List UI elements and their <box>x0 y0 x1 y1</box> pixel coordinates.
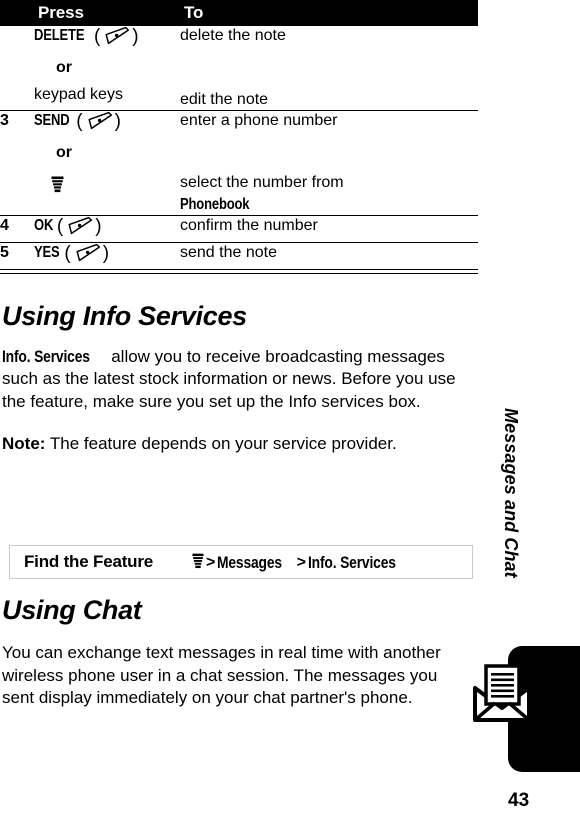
paren-open: ( <box>56 216 64 237</box>
table-row: 4 OK() confirm the number <box>0 215 478 243</box>
to-cell: delete the note edit the note <box>180 26 478 111</box>
paren-close: ) <box>95 216 102 237</box>
menu-icon <box>192 553 204 575</box>
manual-page: Press To DELETE () or keypad keys delete … <box>0 0 580 817</box>
softkey-icon <box>103 26 131 52</box>
procedure-table: Press To DELETE () or keypad keys delete … <box>0 0 478 270</box>
press-cell: SEND () or <box>34 110 180 216</box>
table-row: 5 YES() send the note <box>0 242 478 270</box>
press-key-label: DELETE <box>34 27 85 44</box>
to-cell: enter a phone number select the number f… <box>180 110 478 216</box>
press-cell: DELETE () or keypad keys <box>34 26 180 111</box>
envelope-message-icon <box>471 662 537 724</box>
note-label: Note: <box>2 434 46 453</box>
page-content: Press To DELETE () or keypad keys delete … <box>0 0 478 456</box>
step-number: 4 <box>0 215 34 243</box>
paragraph-info-services: Info. Services allow you to receive broa… <box>2 346 472 414</box>
paren-open: ( <box>93 26 101 47</box>
screen-word: Info. Services <box>2 347 90 366</box>
path-separator: > <box>206 554 216 571</box>
screen-word: Phonebook <box>180 196 250 213</box>
menu-icon-glyph <box>51 176 64 200</box>
column-header-to: To <box>184 3 204 22</box>
column-header-step <box>0 0 34 26</box>
to-primary: enter a phone number <box>180 112 338 129</box>
to-secondary: edit the note <box>180 91 269 108</box>
path-separator: > <box>296 554 306 571</box>
to-cell: confirm the number <box>180 215 478 243</box>
section-heading-chat: Using Chat <box>2 595 142 625</box>
table-row: 3 SEND () or enter a phone number select … <box>0 110 478 216</box>
find-the-feature-label: Find the Feature <box>24 552 154 571</box>
to-cell: send the note <box>180 242 478 270</box>
step-number: 3 <box>0 110 34 216</box>
paren-open: ( <box>76 111 83 132</box>
press-or-label: or <box>56 144 72 161</box>
note-text: The feature depends on your service prov… <box>45 434 397 453</box>
find-the-feature-path: > Messages > Info. Services <box>192 553 412 575</box>
paren-close: ) <box>102 243 110 264</box>
table-row: DELETE () or keypad keys delete the note … <box>0 26 478 111</box>
press-alt-label: keypad keys <box>34 86 123 103</box>
table-header-row: Press To <box>0 0 478 26</box>
column-header-press: Press <box>38 3 84 22</box>
section-chat: Using Chat You can exchange text message… <box>2 595 480 710</box>
step-number <box>0 26 34 111</box>
softkey-icon <box>66 216 94 242</box>
to-secondary-screenword: Phonebook <box>180 195 478 215</box>
step-number: 5 <box>0 242 34 270</box>
softkey-icon <box>74 243 102 269</box>
menu-icon <box>34 176 180 200</box>
paren-close: ) <box>114 111 121 132</box>
path-segment-messages: Messages <box>217 554 283 572</box>
page-number: 43 <box>508 790 530 811</box>
note-line: Note: The feature depends on your servic… <box>2 433 472 456</box>
paren-close: ) <box>132 26 139 47</box>
press-key-label: OK <box>34 217 54 234</box>
press-key-label: SEND <box>34 112 70 129</box>
softkey-icon <box>86 111 114 137</box>
press-cell: YES() <box>34 242 180 270</box>
press-cell: OK() <box>34 215 180 243</box>
paragraph-chat: You can exchange text messages in real t… <box>2 643 441 707</box>
table-bottom-rule <box>0 272 478 277</box>
to-primary: confirm the number <box>180 217 318 234</box>
to-primary: send the note <box>180 244 277 261</box>
paren-open: ( <box>64 243 71 264</box>
find-the-feature-box: Find the Feature > Messages > Info. Service… <box>9 545 473 579</box>
press-key-label: YES <box>34 244 60 261</box>
path-segment-info-services: Info. Services <box>307 554 396 572</box>
press-or-label: or <box>56 59 72 76</box>
to-primary: delete the note <box>180 27 286 44</box>
to-secondary: select the number from <box>180 174 344 191</box>
section-heading-info-services: Using Info Services <box>2 300 247 331</box>
running-head: Messages and Chat <box>501 408 521 578</box>
